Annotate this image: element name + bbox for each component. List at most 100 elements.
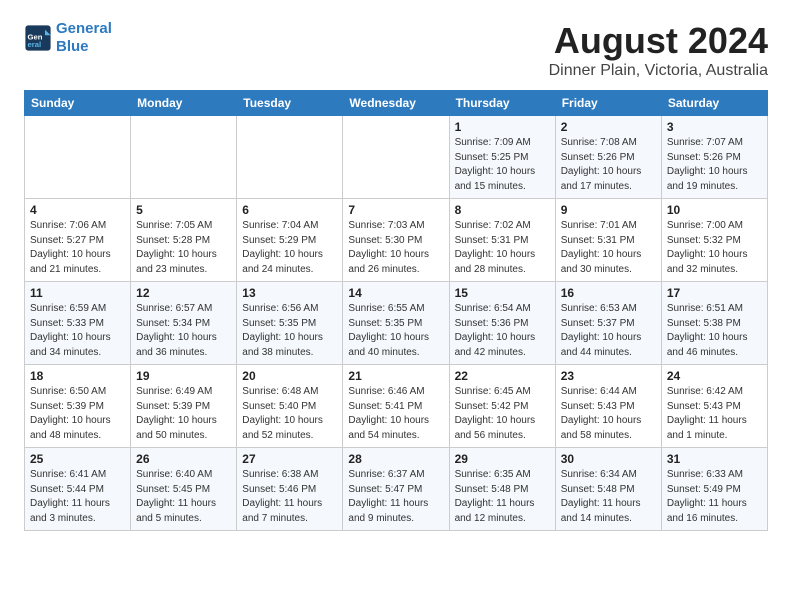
cell-daylight: Daylight: 10 hours and 21 minutes.	[30, 248, 125, 277]
calendar-cell: 31 Sunrise: 6:33 AM Sunset: 5:49 PM Dayl…	[661, 448, 767, 531]
cell-day-number: 26	[136, 452, 231, 466]
cell-sunrise: Sunrise: 6:35 AM	[455, 468, 550, 483]
cell-day-number: 14	[348, 286, 443, 300]
calendar-cell: 10 Sunrise: 7:00 AM Sunset: 5:32 PM Dayl…	[661, 199, 767, 282]
cell-day-number: 18	[30, 369, 125, 383]
calendar-cell: 29 Sunrise: 6:35 AM Sunset: 5:48 PM Dayl…	[449, 448, 555, 531]
logo-icon: Gen eral	[24, 24, 52, 52]
cell-sunset: Sunset: 5:32 PM	[667, 234, 762, 249]
calendar-header-row: SundayMondayTuesdayWednesdayThursdayFrid…	[25, 91, 768, 116]
calendar-week-row: 1 Sunrise: 7:09 AM Sunset: 5:25 PM Dayli…	[25, 116, 768, 199]
cell-sunset: Sunset: 5:49 PM	[667, 483, 762, 498]
cell-daylight: Daylight: 11 hours and 16 minutes.	[667, 497, 762, 526]
cell-sunset: Sunset: 5:27 PM	[30, 234, 125, 249]
header-friday: Friday	[555, 91, 661, 116]
cell-daylight: Daylight: 10 hours and 30 minutes.	[561, 248, 656, 277]
cell-sunset: Sunset: 5:35 PM	[348, 317, 443, 332]
calendar-week-row: 18 Sunrise: 6:50 AM Sunset: 5:39 PM Dayl…	[25, 365, 768, 448]
cell-sunrise: Sunrise: 6:34 AM	[561, 468, 656, 483]
cell-daylight: Daylight: 10 hours and 38 minutes.	[242, 331, 337, 360]
cell-day-number: 13	[242, 286, 337, 300]
header-wednesday: Wednesday	[343, 91, 449, 116]
cell-sunset: Sunset: 5:31 PM	[561, 234, 656, 249]
cell-sunrise: Sunrise: 6:45 AM	[455, 385, 550, 400]
cell-sunrise: Sunrise: 7:02 AM	[455, 219, 550, 234]
cell-sunrise: Sunrise: 7:04 AM	[242, 219, 337, 234]
cell-day-number: 15	[455, 286, 550, 300]
header-saturday: Saturday	[661, 91, 767, 116]
cell-daylight: Daylight: 10 hours and 58 minutes.	[561, 414, 656, 443]
cell-sunrise: Sunrise: 7:06 AM	[30, 219, 125, 234]
cell-sunrise: Sunrise: 6:59 AM	[30, 302, 125, 317]
cell-day-number: 25	[30, 452, 125, 466]
calendar-cell: 1 Sunrise: 7:09 AM Sunset: 5:25 PM Dayli…	[449, 116, 555, 199]
cell-sunrise: Sunrise: 7:03 AM	[348, 219, 443, 234]
calendar-cell: 21 Sunrise: 6:46 AM Sunset: 5:41 PM Dayl…	[343, 365, 449, 448]
cell-sunset: Sunset: 5:46 PM	[242, 483, 337, 498]
cell-day-number: 20	[242, 369, 337, 383]
cell-daylight: Daylight: 11 hours and 14 minutes.	[561, 497, 656, 526]
cell-daylight: Daylight: 10 hours and 34 minutes.	[30, 331, 125, 360]
cell-sunrise: Sunrise: 6:41 AM	[30, 468, 125, 483]
cell-daylight: Daylight: 10 hours and 56 minutes.	[455, 414, 550, 443]
cell-sunrise: Sunrise: 6:53 AM	[561, 302, 656, 317]
cell-sunset: Sunset: 5:30 PM	[348, 234, 443, 249]
header-monday: Monday	[131, 91, 237, 116]
cell-daylight: Daylight: 11 hours and 3 minutes.	[30, 497, 125, 526]
page-header: Gen eral General Blue August 2024 Dinner…	[24, 20, 768, 80]
svg-text:eral: eral	[28, 40, 42, 49]
cell-sunrise: Sunrise: 6:51 AM	[667, 302, 762, 317]
cell-sunset: Sunset: 5:48 PM	[455, 483, 550, 498]
title-block: August 2024 Dinner Plain, Victoria, Aust…	[549, 20, 768, 80]
cell-day-number: 11	[30, 286, 125, 300]
calendar-cell: 6 Sunrise: 7:04 AM Sunset: 5:29 PM Dayli…	[237, 199, 343, 282]
cell-sunrise: Sunrise: 6:37 AM	[348, 468, 443, 483]
cell-day-number: 23	[561, 369, 656, 383]
cell-sunset: Sunset: 5:45 PM	[136, 483, 231, 498]
logo-text: General Blue	[56, 20, 112, 56]
calendar-cell: 12 Sunrise: 6:57 AM Sunset: 5:34 PM Dayl…	[131, 282, 237, 365]
cell-day-number: 7	[348, 203, 443, 217]
calendar-cell: 19 Sunrise: 6:49 AM Sunset: 5:39 PM Dayl…	[131, 365, 237, 448]
cell-day-number: 27	[242, 452, 337, 466]
cell-daylight: Daylight: 10 hours and 54 minutes.	[348, 414, 443, 443]
cell-sunset: Sunset: 5:35 PM	[242, 317, 337, 332]
cell-sunset: Sunset: 5:48 PM	[561, 483, 656, 498]
header-thursday: Thursday	[449, 91, 555, 116]
calendar-cell: 11 Sunrise: 6:59 AM Sunset: 5:33 PM Dayl…	[25, 282, 131, 365]
calendar-cell: 9 Sunrise: 7:01 AM Sunset: 5:31 PM Dayli…	[555, 199, 661, 282]
cell-day-number: 9	[561, 203, 656, 217]
cell-sunset: Sunset: 5:38 PM	[667, 317, 762, 332]
calendar-cell: 20 Sunrise: 6:48 AM Sunset: 5:40 PM Dayl…	[237, 365, 343, 448]
cell-sunset: Sunset: 5:47 PM	[348, 483, 443, 498]
cell-sunset: Sunset: 5:33 PM	[30, 317, 125, 332]
cell-sunset: Sunset: 5:36 PM	[455, 317, 550, 332]
cell-daylight: Daylight: 10 hours and 44 minutes.	[561, 331, 656, 360]
cell-daylight: Daylight: 10 hours and 26 minutes.	[348, 248, 443, 277]
cell-sunrise: Sunrise: 7:05 AM	[136, 219, 231, 234]
calendar-cell: 14 Sunrise: 6:55 AM Sunset: 5:35 PM Dayl…	[343, 282, 449, 365]
calendar-cell: 4 Sunrise: 7:06 AM Sunset: 5:27 PM Dayli…	[25, 199, 131, 282]
cell-day-number: 29	[455, 452, 550, 466]
cell-daylight: Daylight: 10 hours and 23 minutes.	[136, 248, 231, 277]
cell-sunrise: Sunrise: 6:38 AM	[242, 468, 337, 483]
calendar-week-row: 25 Sunrise: 6:41 AM Sunset: 5:44 PM Dayl…	[25, 448, 768, 531]
cell-daylight: Daylight: 10 hours and 15 minutes.	[455, 165, 550, 194]
cell-daylight: Daylight: 10 hours and 48 minutes.	[30, 414, 125, 443]
cell-daylight: Daylight: 11 hours and 12 minutes.	[455, 497, 550, 526]
cell-sunrise: Sunrise: 7:09 AM	[455, 136, 550, 151]
cell-day-number: 16	[561, 286, 656, 300]
cell-sunrise: Sunrise: 7:01 AM	[561, 219, 656, 234]
cell-sunset: Sunset: 5:43 PM	[561, 400, 656, 415]
calendar-week-row: 11 Sunrise: 6:59 AM Sunset: 5:33 PM Dayl…	[25, 282, 768, 365]
cell-sunrise: Sunrise: 7:08 AM	[561, 136, 656, 151]
cell-daylight: Daylight: 11 hours and 7 minutes.	[242, 497, 337, 526]
calendar-cell: 8 Sunrise: 7:02 AM Sunset: 5:31 PM Dayli…	[449, 199, 555, 282]
cell-sunrise: Sunrise: 6:46 AM	[348, 385, 443, 400]
cell-day-number: 24	[667, 369, 762, 383]
cell-day-number: 28	[348, 452, 443, 466]
cell-sunrise: Sunrise: 6:40 AM	[136, 468, 231, 483]
cell-sunset: Sunset: 5:25 PM	[455, 151, 550, 166]
calendar-table: SundayMondayTuesdayWednesdayThursdayFrid…	[24, 90, 768, 531]
cell-daylight: Daylight: 10 hours and 17 minutes.	[561, 165, 656, 194]
